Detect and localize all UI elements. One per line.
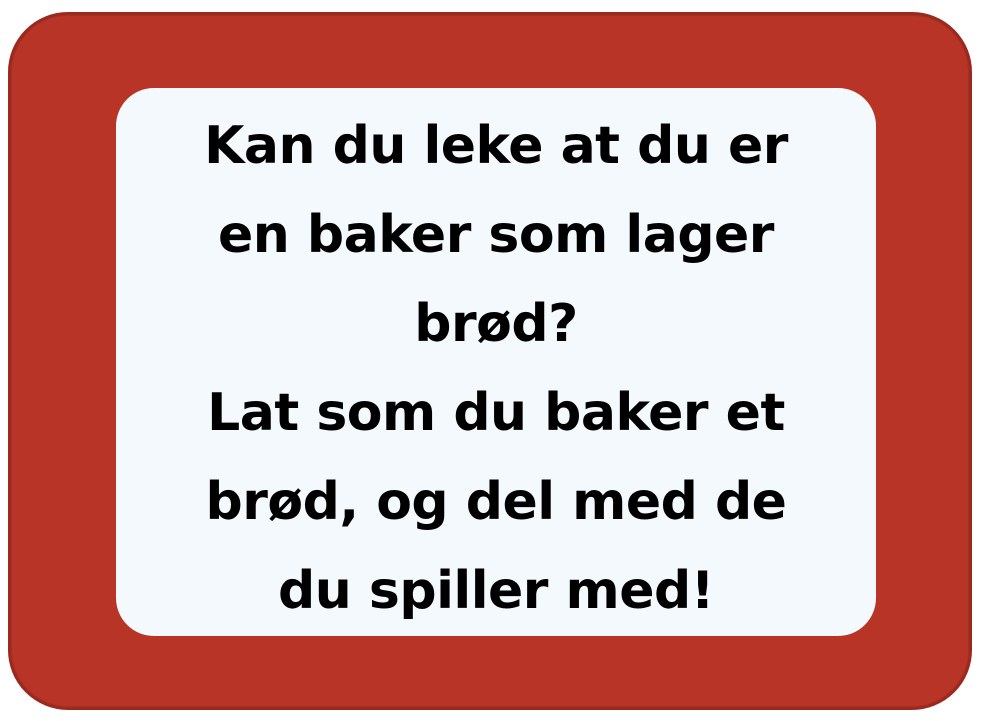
- message-line-4: Lat som du baker et: [207, 383, 785, 443]
- message-line-2: en baker som lager: [218, 205, 774, 265]
- message-line-5: brød, og del med de: [205, 472, 787, 532]
- message-line-3: brød?: [414, 294, 578, 354]
- message-line-6: du spiller med!: [278, 561, 714, 621]
- prompt-message: Kan du leke at du er en baker som lager …: [116, 102, 876, 636]
- message-line-1: Kan du leke at du er: [204, 116, 788, 176]
